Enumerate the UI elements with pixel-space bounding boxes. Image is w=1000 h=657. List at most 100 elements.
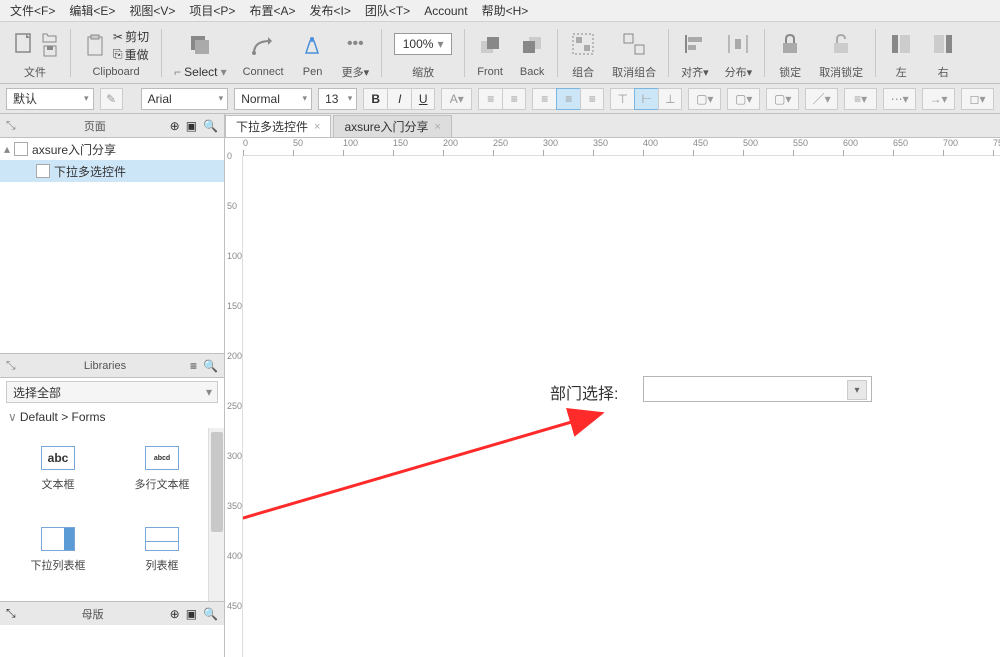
ruler-tick: 400	[643, 138, 658, 148]
tab-inactive[interactable]: axsure入门分享 ×	[333, 115, 451, 137]
align-icon	[682, 31, 708, 57]
font-weight-select[interactable]: Normal	[234, 88, 312, 110]
pages-tree: ▴ axsure入门分享 下拉多选控件	[0, 138, 224, 353]
pin-icon[interactable]: ⤡	[6, 118, 20, 133]
library-scrollbar[interactable]	[208, 428, 224, 601]
group-icon	[570, 31, 596, 57]
toolbar-unlock-group[interactable]: 取消锁定	[813, 22, 869, 83]
font-color-button[interactable]: A▾	[441, 88, 472, 110]
tree-root-item[interactable]: ▴ axsure入门分享	[0, 138, 224, 160]
toolbar-distribute-group[interactable]: 分布▾	[719, 22, 759, 83]
toolbar-align-group[interactable]: 对齐▾	[675, 22, 715, 83]
toolbar-left-group[interactable]: 左	[882, 22, 920, 83]
pin-icon[interactable]: ⤡	[6, 606, 16, 621]
toolbar-back-group[interactable]: Back	[513, 22, 551, 83]
add-master-folder-icon[interactable]: ▣	[186, 607, 197, 621]
ruler-tick: 550	[793, 138, 808, 148]
menu-help[interactable]: 帮助<H>	[476, 0, 535, 21]
search-library-icon[interactable]: 🔍	[203, 359, 218, 373]
underline-button[interactable]: U	[411, 88, 435, 110]
align-label: 对齐▾	[681, 64, 709, 80]
corner-button[interactable]: ◻▾	[961, 88, 994, 110]
number-list-button[interactable]: ≡	[502, 88, 526, 110]
toolbar-zoom-group[interactable]: 100% ▾ 缩放	[388, 22, 458, 83]
italic-button[interactable]: I	[387, 88, 411, 110]
valign-top-button[interactable]: ⊤	[610, 88, 634, 110]
search-master-icon[interactable]: 🔍	[203, 607, 218, 621]
add-master-icon[interactable]: ⊕	[170, 607, 180, 621]
menu-arrange[interactable]: 布置<A>	[243, 0, 301, 21]
separator	[557, 29, 558, 77]
toolbar-file-group[interactable]: 文件	[6, 22, 64, 83]
lib-item-textarea[interactable]: abcd 多行文本框	[110, 434, 214, 504]
redo-label: 重做	[125, 46, 149, 63]
widget-dropdown[interactable]	[643, 376, 872, 402]
toolbar-pen-group[interactable]: Pen	[294, 22, 332, 83]
valign-middle-button[interactable]: ⊢	[634, 88, 658, 110]
close-tab-icon[interactable]: ×	[434, 121, 440, 133]
lib-item-textfield[interactable]: abc 文本框	[6, 434, 110, 504]
menu-account[interactable]: Account	[418, 2, 473, 20]
widget-label[interactable]: 部门选择:	[550, 380, 618, 404]
separator	[70, 29, 71, 77]
align-center-button[interactable]: ≡	[556, 88, 580, 110]
style-paint-icon[interactable]: ✎	[100, 88, 123, 110]
toolbar-ungroup-group[interactable]: 取消组合	[606, 22, 662, 83]
toolbar-clipboard-group[interactable]: ✂剪切 ⎘重做 Clipboard	[77, 22, 155, 83]
select-icon	[187, 32, 213, 58]
line-color-button[interactable]: ／▾	[805, 88, 838, 110]
line-style-button[interactable]: ⋯▾	[883, 88, 916, 110]
toolbar-front-group[interactable]: Front	[471, 22, 509, 83]
ruler-tick: 50	[293, 138, 303, 148]
menu-publish[interactable]: 发布<I>	[303, 0, 356, 21]
menu-view[interactable]: 视图<V>	[123, 0, 181, 21]
align-right-button[interactable]: ≡	[580, 88, 604, 110]
add-page-icon[interactable]: ⊕	[170, 119, 180, 133]
listbox-icon	[145, 527, 179, 551]
menu-project[interactable]: 项目<P>	[183, 0, 241, 21]
close-tab-icon[interactable]: ×	[314, 121, 320, 133]
tab-active[interactable]: 下拉多选控件 ×	[225, 115, 331, 137]
toolbar-connect-group[interactable]: Connect	[237, 22, 290, 83]
valign-bottom-button[interactable]: ⊥	[658, 88, 682, 110]
align-left-button[interactable]: ≡	[532, 88, 556, 110]
style-select[interactable]: 默认	[6, 88, 94, 110]
toolbar-right-group[interactable]: 右	[924, 22, 962, 83]
lib-item-listbox[interactable]: 列表框	[110, 515, 214, 585]
menu-team[interactable]: 团队<T>	[359, 0, 416, 21]
library-category[interactable]: ∨ Default > Forms	[0, 406, 224, 428]
ruler-tick: 0	[243, 138, 248, 148]
font-select[interactable]: Arial	[141, 88, 229, 110]
master-panel-body	[0, 625, 224, 657]
center-area: 下拉多选控件 × axsure入门分享 × 050100150200250300…	[225, 114, 1000, 657]
font-size-select[interactable]: 13	[318, 88, 357, 110]
zoom-value[interactable]: 100%	[403, 37, 434, 51]
toolbar-group-group[interactable]: 组合	[564, 22, 602, 83]
library-menu-icon[interactable]: ≡	[190, 359, 197, 373]
connect-label: Connect	[243, 66, 284, 78]
inner-shadow-button[interactable]: ▢▾	[766, 88, 799, 110]
tree-child-item[interactable]: 下拉多选控件	[0, 160, 224, 182]
libraries-panel-header: ⤡ Libraries ≡ 🔍	[0, 354, 224, 378]
canvas[interactable]: 部门选择:	[243, 156, 1000, 657]
fill-color-button[interactable]: ▢▾	[688, 88, 721, 110]
bold-button[interactable]: B	[363, 88, 387, 110]
toolbar-lock-group[interactable]: 锁定	[771, 22, 809, 83]
menu-file[interactable]: 文件<F>	[4, 0, 61, 21]
lib-item-droplist[interactable]: 下拉列表框	[6, 515, 110, 585]
lib-label: 下拉列表框	[31, 557, 86, 573]
master-panel-header: ⤡ 母版 ⊕ ▣ 🔍	[0, 601, 224, 625]
add-folder-icon[interactable]: ▣	[186, 119, 197, 133]
menu-edit[interactable]: 编辑<E>	[63, 0, 121, 21]
search-pages-icon[interactable]: 🔍	[203, 119, 218, 133]
toolbar-more-group[interactable]: ••• 更多▾	[336, 22, 376, 83]
bullet-list-button[interactable]: ≡	[478, 88, 502, 110]
pin-icon[interactable]: ⤡	[6, 358, 20, 373]
library-selector[interactable]: 选择全部	[6, 381, 218, 403]
arrow-style-button[interactable]: →▾	[922, 88, 955, 110]
back-icon	[519, 33, 545, 59]
ruler-tick: 200	[443, 138, 458, 148]
line-width-button[interactable]: ≡▾	[844, 88, 877, 110]
outer-shadow-button[interactable]: ▢▾	[727, 88, 760, 110]
toolbar-select-group[interactable]: ⌐ Select ▾	[168, 22, 233, 83]
